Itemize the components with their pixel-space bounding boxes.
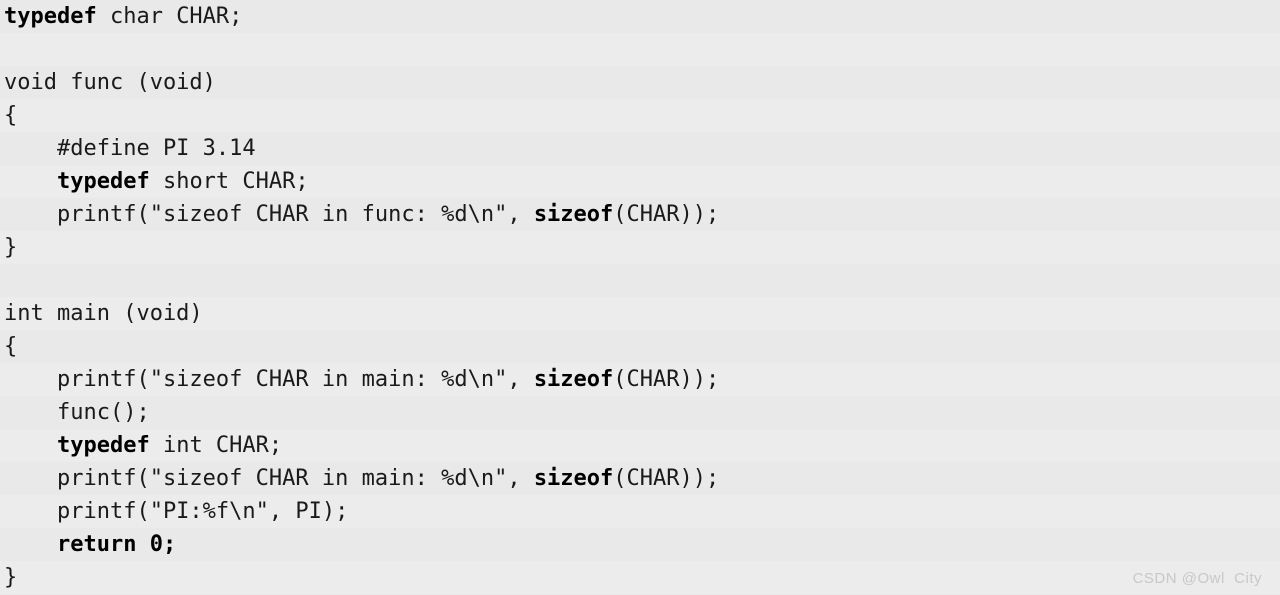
code-text: printf("sizeof CHAR in func: %d\n", xyxy=(4,202,534,227)
code-keyword: sizeof xyxy=(533,202,614,227)
code-text: func(); xyxy=(4,400,150,425)
code-line[interactable]: typedef char CHAR; xyxy=(0,0,1280,33)
code-text: printf("sizeof CHAR in main: %d\n", xyxy=(4,367,534,392)
code-line[interactable]: func(); xyxy=(0,396,1280,429)
code-text: short CHAR; xyxy=(149,169,309,194)
code-text: #define PI 3.14 xyxy=(4,136,256,161)
watermark: CSDN @Owl City xyxy=(1132,570,1262,587)
code-keyword: typedef xyxy=(4,4,97,29)
code-line[interactable]: #define PI 3.14 xyxy=(0,132,1280,165)
code-line[interactable]: { xyxy=(0,330,1280,363)
code-line[interactable]: typedef int CHAR; xyxy=(0,429,1280,462)
code-text: (CHAR)); xyxy=(613,367,720,392)
code-text: int CHAR; xyxy=(149,433,283,458)
code-text: (CHAR)); xyxy=(613,202,720,227)
code-text: char CHAR; xyxy=(96,4,243,29)
code-line[interactable]: } xyxy=(0,231,1280,264)
code-line[interactable]: printf("sizeof CHAR in func: %d\n", size… xyxy=(0,198,1280,231)
code-line[interactable] xyxy=(0,264,1280,297)
code-text: printf("PI:%f\n", PI); xyxy=(4,499,349,524)
code-line[interactable]: int main (void) xyxy=(0,297,1280,330)
code-text: { xyxy=(4,334,18,359)
code-line[interactable]: return 0; xyxy=(0,528,1280,561)
code-keyword: typedef xyxy=(4,169,150,194)
code-keyword: sizeof xyxy=(533,367,614,392)
code-line[interactable]: typedef short CHAR; xyxy=(0,165,1280,198)
code-text: printf("sizeof CHAR in main: %d\n", xyxy=(4,466,534,491)
code-line[interactable] xyxy=(0,33,1280,66)
code-line[interactable]: printf("sizeof CHAR in main: %d\n", size… xyxy=(0,363,1280,396)
code-text: } xyxy=(4,235,18,260)
code-text: } xyxy=(4,565,18,590)
code-line[interactable]: void func (void) xyxy=(0,66,1280,99)
code-keyword: return 0; xyxy=(4,532,177,557)
code-text: int main (void) xyxy=(4,301,203,326)
code-text: (CHAR)); xyxy=(613,466,720,491)
code-keyword: typedef xyxy=(4,433,150,458)
code-line[interactable]: } xyxy=(0,561,1280,594)
code-listing[interactable]: typedef char CHAR; void func (void) { #de… xyxy=(0,0,1280,594)
code-line[interactable]: { xyxy=(0,99,1280,132)
code-text: void func (void) xyxy=(4,70,216,95)
code-line[interactable]: printf("sizeof CHAR in main: %d\n", size… xyxy=(0,462,1280,495)
code-block: typedef char CHAR; void func (void) { #de… xyxy=(0,0,1280,595)
code-text: { xyxy=(4,103,18,128)
code-keyword: sizeof xyxy=(533,466,614,491)
code-line[interactable]: printf("PI:%f\n", PI); xyxy=(0,495,1280,528)
